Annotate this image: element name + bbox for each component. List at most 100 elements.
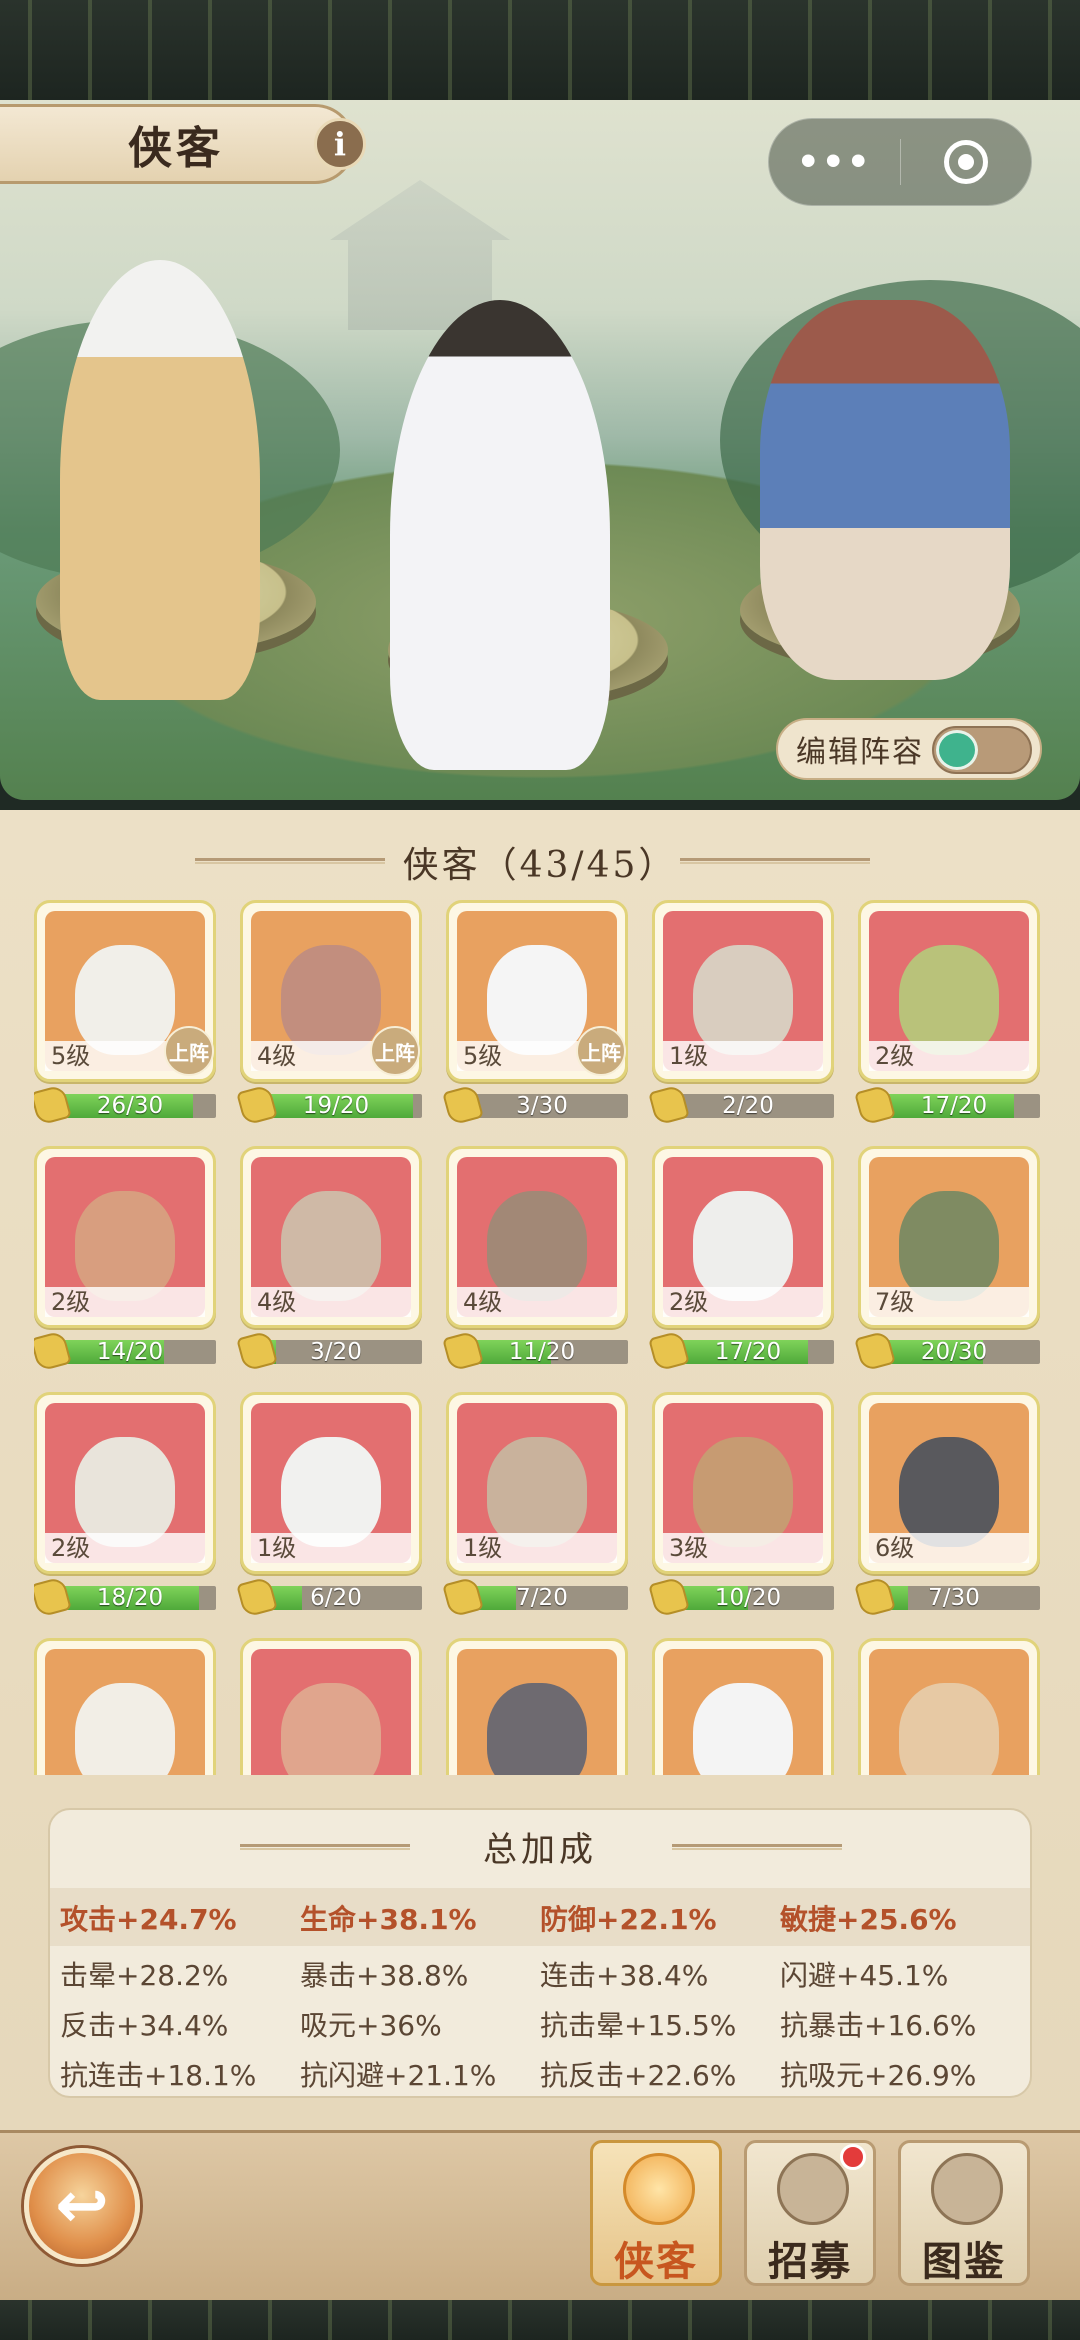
- hero-card-frame: 3级: [652, 1392, 834, 1574]
- deployed-badge: 上阵: [164, 1026, 214, 1076]
- hero-card[interactable]: [240, 1638, 422, 1775]
- hero-card[interactable]: 4级 11/20: [442, 1146, 628, 1372]
- total-bonus-panel: 总加成 攻击+24.7% 生命+38.1% 防御+22.1% 敏捷+25.6% 击晕+2…: [48, 1808, 1032, 2098]
- roster-section-header: 侠客（43/45）: [0, 836, 1080, 888]
- shard-icon: [854, 1576, 896, 1618]
- shard-icon: [34, 1330, 72, 1372]
- hero-card[interactable]: [652, 1638, 834, 1775]
- hero-card-frame: 1级: [652, 900, 834, 1082]
- bonus-stat: 防御+22.1%: [540, 1903, 717, 1936]
- info-icon[interactable]: i: [314, 118, 366, 170]
- hero-level: 1级: [663, 1041, 823, 1071]
- hero-portrait: [251, 1649, 411, 1775]
- hero-card[interactable]: 7级 20/30: [854, 1146, 1040, 1372]
- hero-card-frame: 4级: [240, 1146, 422, 1328]
- shard-icon: [442, 1084, 484, 1126]
- shard-icon: [34, 1576, 72, 1618]
- hero-portrait-face: [693, 1683, 793, 1775]
- tab-codex[interactable]: 图鉴: [898, 2140, 1030, 2286]
- page-title-tab: 侠客: [0, 104, 355, 184]
- more-menu-button[interactable]: •••: [769, 119, 900, 205]
- hero-card[interactable]: 2级 14/20: [34, 1146, 216, 1372]
- hero-portrait-face: [899, 1191, 999, 1301]
- hero-card-frame: [240, 1638, 422, 1775]
- total-bonus-title: 总加成: [483, 1830, 597, 1870]
- hero-portrait-face: [281, 1683, 381, 1775]
- bonus-ornament-left: [240, 1844, 410, 1850]
- hero-card[interactable]: [446, 1638, 628, 1775]
- recruit-notification-badge: [840, 2144, 866, 2170]
- codex-icon: [931, 2153, 1003, 2225]
- hero-card-frame: 2级: [652, 1146, 834, 1328]
- hero-level: 3级: [663, 1533, 823, 1563]
- hero-icon: [623, 2153, 695, 2225]
- shard-icon: [442, 1576, 484, 1618]
- lineup-hero-rabbit-scholar[interactable]: [60, 260, 260, 700]
- hero-card-frame: [34, 1638, 216, 1775]
- hero-card-frame: 2级: [34, 1146, 216, 1328]
- tab-recruit-label: 招募: [768, 2238, 852, 2285]
- page-title: 侠客: [128, 123, 224, 174]
- shard-icon: [854, 1330, 896, 1372]
- close-miniprogram-button[interactable]: [901, 119, 1032, 205]
- edit-lineup-label: 编辑阵容: [796, 735, 924, 770]
- bonus-stat: 吸元+36%: [300, 2009, 442, 2042]
- hero-card[interactable]: 4级 上阵 19/20: [236, 900, 422, 1126]
- hero-card[interactable]: 1级 2/20: [648, 900, 834, 1126]
- hero-card-frame: 2级: [34, 1392, 216, 1574]
- hero-card[interactable]: 5级 上阵 26/30: [34, 900, 216, 1126]
- hero-card[interactable]: 1级 6/20: [236, 1392, 422, 1618]
- hero-card[interactable]: [34, 1638, 216, 1775]
- bonus-stat: 攻击+24.7%: [60, 1903, 237, 1936]
- hero-portrait-face: [281, 945, 381, 1055]
- hero-card-frame: 2级: [858, 900, 1040, 1082]
- hero-card[interactable]: 4级 3/20: [236, 1146, 422, 1372]
- shard-icon: [648, 1084, 690, 1126]
- hero-portrait-face: [693, 1191, 793, 1301]
- hero-card[interactable]: 2级 17/20: [648, 1146, 834, 1372]
- target-close-icon: [943, 140, 988, 184]
- bonus-stat: 抗暴击+16.6%: [780, 2009, 977, 2042]
- bonus-stat: 生命+38.1%: [300, 1903, 477, 1936]
- tab-heroes[interactable]: 侠客: [590, 2140, 722, 2286]
- toggle-switch[interactable]: [932, 726, 1032, 774]
- back-arrow-icon: ↩: [55, 2169, 109, 2243]
- shard-icon: [442, 1330, 484, 1372]
- bonus-stat: 抗击晕+15.5%: [540, 2009, 737, 2042]
- hero-portrait: [45, 1649, 205, 1775]
- bonus-stat: 抗连击+18.1%: [60, 2059, 257, 2092]
- hero-card[interactable]: 3级 10/20: [648, 1392, 834, 1618]
- lineup-hero-white-robed-lady[interactable]: [390, 300, 610, 770]
- roster-title: 侠客（43/45）: [402, 845, 678, 886]
- hero-level: 1级: [457, 1533, 617, 1563]
- hero-card[interactable]: 6级 7/30: [854, 1392, 1040, 1618]
- hero-card[interactable]: 1级 7/20: [442, 1392, 628, 1618]
- tab-codex-label: 图鉴: [922, 2238, 1006, 2285]
- recruit-icon: [777, 2153, 849, 2225]
- shard-icon: [648, 1330, 690, 1372]
- hero-portrait-face: [693, 945, 793, 1055]
- hero-level: 2级: [45, 1533, 205, 1563]
- tab-heroes-label: 侠客: [614, 2238, 698, 2285]
- hero-level: 2级: [869, 1041, 1029, 1071]
- hero-card[interactable]: 5级 上阵 3/30: [442, 900, 628, 1126]
- hero-card[interactable]: [858, 1638, 1040, 1775]
- hero-card[interactable]: 2级 18/20: [34, 1392, 216, 1618]
- bonus-ornament-right: [672, 1844, 842, 1850]
- bonus-stat: 抗反击+22.6%: [540, 2059, 737, 2092]
- bonus-stat: 连击+38.4%: [540, 1959, 709, 1992]
- hero-level: 2级: [663, 1287, 823, 1317]
- hero-portrait-face: [75, 1437, 175, 1547]
- bonus-stat: 暴击+38.8%: [300, 1959, 469, 1992]
- hero-card-frame: 4级: [446, 1146, 628, 1328]
- edit-lineup-toggle[interactable]: 编辑阵容: [776, 718, 1042, 780]
- lineup-hero-monkey-fighter[interactable]: [760, 300, 1010, 680]
- hero-card-frame: [858, 1638, 1040, 1775]
- shard-icon: [34, 1084, 72, 1126]
- hero-portrait-face: [693, 1437, 793, 1547]
- hero-portrait: [457, 1649, 617, 1775]
- back-button[interactable]: ↩: [24, 2148, 140, 2264]
- hero-card[interactable]: 2级 17/20: [854, 900, 1040, 1126]
- hero-portrait-face: [487, 945, 587, 1055]
- shard-icon: [854, 1084, 896, 1126]
